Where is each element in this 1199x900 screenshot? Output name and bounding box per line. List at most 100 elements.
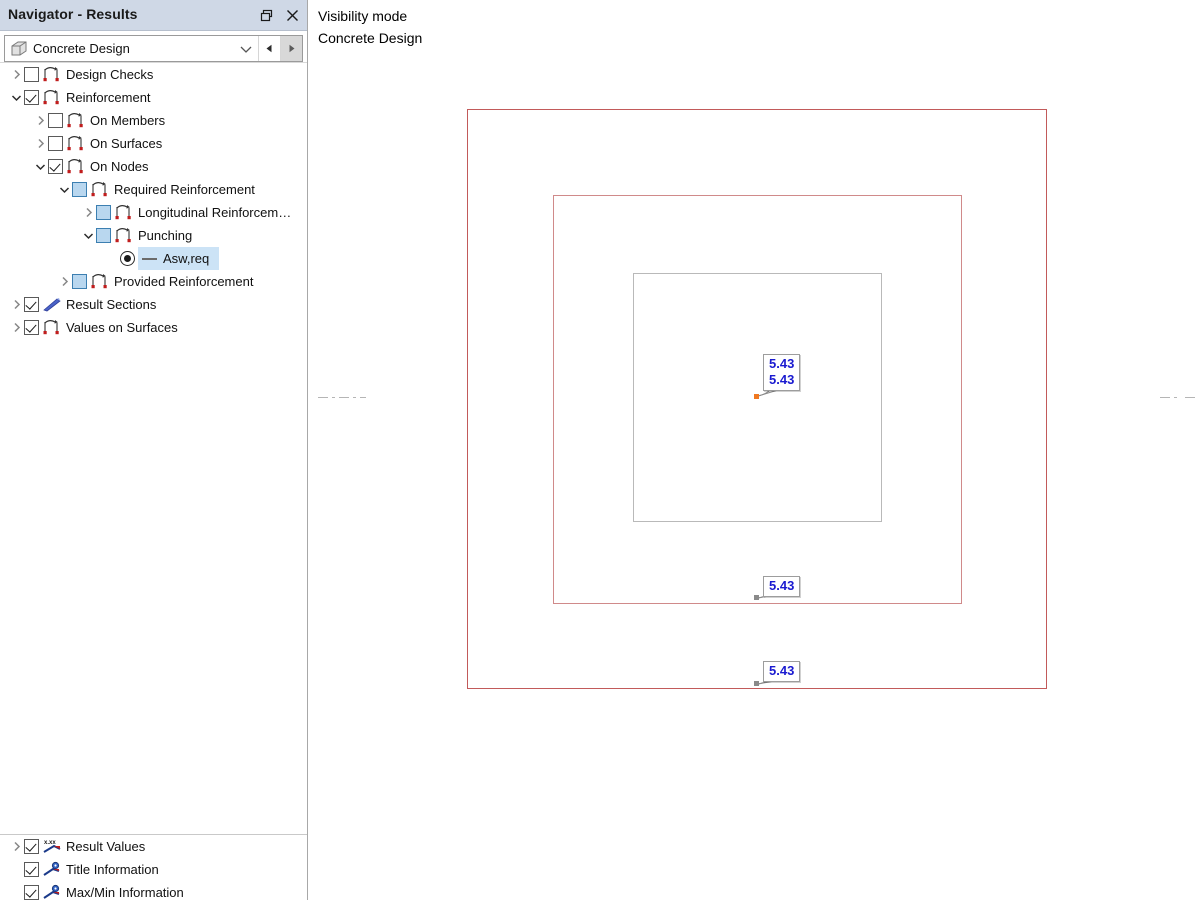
next-result-button[interactable] (280, 36, 302, 61)
axis-marker-right (1156, 397, 1199, 398)
visibility-mode-value: Concrete Design (318, 27, 422, 49)
tree-item-content: Longitudinal Reinforcem… (114, 201, 301, 224)
line-style-icon (142, 258, 157, 260)
checkbox[interactable] (48, 113, 63, 128)
chevron-right-icon[interactable] (8, 293, 24, 316)
tree-item-result-values[interactable]: x.xxResult Values (0, 835, 307, 858)
checkbox[interactable] (24, 297, 39, 312)
checkbox[interactable] (24, 67, 39, 82)
restore-icon (260, 9, 273, 22)
chevron-down-icon[interactable] (8, 86, 24, 109)
chevron-right-icon[interactable] (56, 270, 72, 293)
tree-item-label: Values on Surfaces (66, 316, 178, 339)
viewport-header: Visibility mode Concrete Design (318, 5, 422, 49)
tree-item-on-nodes[interactable]: On Nodes (0, 155, 307, 178)
tree-item-label: Result Sections (66, 293, 156, 316)
result-category-combobox[interactable]: Concrete Design (4, 35, 303, 62)
chevron-down-icon[interactable] (238, 41, 254, 57)
tree-item-content: Provided Reinforcement (90, 270, 263, 293)
value-label-bottom[interactable]: 5.43 (763, 661, 800, 682)
tree-item-label: On Surfaces (90, 132, 162, 155)
tree-item-label: Design Checks (66, 63, 153, 86)
chevron-right-icon[interactable] (8, 316, 24, 339)
tree-item-content: Reinforcement (42, 86, 161, 109)
tree-item-label: On Nodes (90, 155, 149, 178)
info-flag-icon (42, 884, 62, 900)
tree-item-result-sections[interactable]: Result Sections (0, 293, 307, 316)
reinforcement-icon (42, 319, 62, 337)
previous-result-button[interactable] (258, 36, 280, 61)
chevron-down-icon[interactable] (80, 224, 96, 247)
tree-item-content: On Members (66, 109, 175, 132)
close-button[interactable] (279, 0, 305, 30)
tree-item-reinforcement[interactable]: Reinforcement (0, 86, 307, 109)
checkbox[interactable] (72, 182, 87, 197)
value-label-mid[interactable]: 5.43 (763, 576, 800, 597)
app-root: Navigator - Results (0, 0, 1199, 900)
tree-item-asw-req[interactable]: Asw,req (0, 247, 307, 270)
checkbox[interactable] (48, 136, 63, 151)
restore-button[interactable] (253, 0, 279, 30)
tree-item-content: On Surfaces (66, 132, 172, 155)
tree-item-label: Title Information (66, 858, 159, 881)
expander-placeholder (104, 247, 120, 270)
tree-item-content: Max/Min Information (42, 881, 194, 900)
expander-placeholder (8, 858, 24, 881)
checkbox[interactable] (24, 839, 39, 854)
model-viewport[interactable]: Visibility mode Concrete Design 5.43 5.4… (308, 0, 1199, 900)
tree-item-values-on-surfaces[interactable]: Values on Surfaces (0, 316, 307, 339)
results-tree[interactable]: Design ChecksReinforcementOn MembersOn S… (0, 62, 307, 834)
checkbox[interactable] (24, 862, 39, 877)
reinforcement-icon (66, 135, 86, 153)
info-flag-icon (42, 861, 62, 879)
panel-title: Navigator - Results (8, 6, 138, 22)
value-label-center[interactable]: 5.43 5.43 (763, 354, 800, 391)
result-point-marker-bottom (754, 681, 759, 686)
checkbox[interactable] (96, 228, 111, 243)
chevron-right-icon[interactable] (32, 132, 48, 155)
tree-item-title-information[interactable]: Title Information (0, 858, 307, 881)
result-category-value: Concrete Design (33, 41, 130, 56)
tree-item-longitudinal-reinforcem[interactable]: Longitudinal Reinforcem… (0, 201, 307, 224)
results-tree-footer[interactable]: x.xxResult ValuesTitle InformationMax/Mi… (0, 834, 307, 900)
chevron-right-icon[interactable] (32, 109, 48, 132)
close-icon (286, 9, 299, 22)
tree-item-label: Longitudinal Reinforcem… (138, 201, 291, 224)
chevron-right-icon[interactable] (8, 63, 24, 86)
chevron-down-icon[interactable] (32, 155, 48, 178)
tree-item-content: Design Checks (42, 63, 163, 86)
reinforcement-icon (90, 273, 110, 291)
reinforcement-icon (42, 89, 62, 107)
tree-item-on-surfaces[interactable]: On Surfaces (0, 132, 307, 155)
reinforcement-icon (66, 112, 86, 130)
tree-item-required-reinforcement[interactable]: Required Reinforcement (0, 178, 307, 201)
tree-item-provided-reinforcement[interactable]: Provided Reinforcement (0, 270, 307, 293)
tree-item-label: Asw,req (163, 247, 209, 270)
left-triangle-icon (265, 44, 274, 53)
svg-text:x.xx: x.xx (44, 840, 56, 846)
chevron-right-icon[interactable] (8, 835, 24, 858)
tree-item-content: Punching (114, 224, 202, 247)
tree-item-on-members[interactable]: On Members (0, 109, 307, 132)
checkbox[interactable] (72, 274, 87, 289)
result-point-marker-mid (754, 595, 759, 600)
checkbox[interactable] (96, 205, 111, 220)
tree-item-content: Values on Surfaces (42, 316, 188, 339)
reinforcement-icon (90, 181, 110, 199)
reinforcement-icon (42, 66, 62, 84)
tree-item-label: Reinforcement (66, 86, 151, 109)
tree-item-content: Result Sections (42, 293, 166, 316)
radio-button[interactable] (120, 251, 135, 266)
checkbox[interactable] (24, 885, 39, 900)
checkbox[interactable] (48, 159, 63, 174)
checkbox[interactable] (24, 320, 39, 335)
chevron-down-icon[interactable] (56, 178, 72, 201)
tree-item-max-min-information[interactable]: Max/Min Information (0, 881, 307, 900)
chevron-right-icon[interactable] (80, 201, 96, 224)
value-text: 5.43 (769, 356, 794, 372)
tree-item-content: x.xxResult Values (42, 835, 155, 858)
tree-item-design-checks[interactable]: Design Checks (0, 63, 307, 86)
tree-item-punching[interactable]: Punching (0, 224, 307, 247)
visibility-mode-label: Visibility mode (318, 5, 422, 27)
checkbox[interactable] (24, 90, 39, 105)
